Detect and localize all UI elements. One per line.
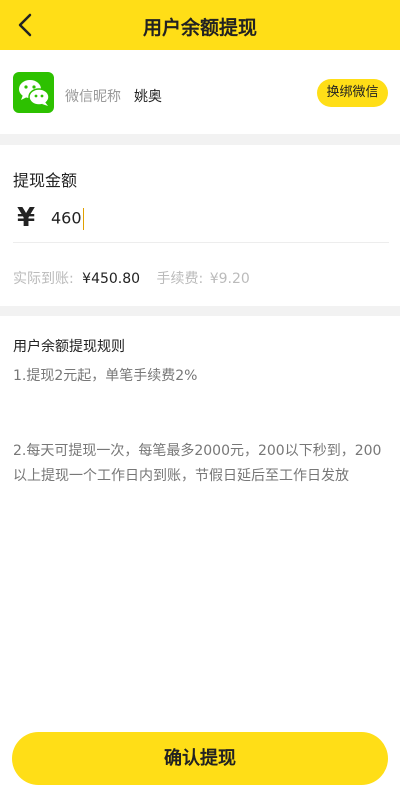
rule-item: 2.每天可提现一次，每笔最多2000元，200以下秒到，200以上提现一个工作日…	[13, 443, 382, 484]
rules-title: 用户余额提现规则	[13, 339, 125, 355]
rules-section: 用户余额提现规则 1.提现2元起，单笔手续费2% 2.每天可提现一次，每笔最多2…	[0, 316, 400, 726]
actual-label: 实际到账:	[13, 271, 74, 287]
section-divider	[0, 134, 400, 145]
wechat-icon	[13, 72, 54, 113]
amount-label: 提现金额	[13, 171, 78, 190]
nickname-label: 微信昵称	[65, 89, 121, 105]
currency-symbol: ¥	[17, 203, 36, 233]
fee-label: 手续费:	[156, 271, 204, 287]
rule-item: 1.提现2元起，单笔手续费2%	[13, 368, 198, 384]
actual-value: ¥450.80	[82, 271, 141, 287]
input-underline	[13, 242, 389, 243]
fee-summary: 实际到账: ¥450.80 手续费: ¥9.20	[13, 268, 250, 288]
page-title: 用户余额提现	[142, 17, 257, 39]
withdraw-amount-section: 提现金额 ¥ 460 实际到账: ¥450.80 手续费: ¥9.20	[0, 145, 400, 306]
confirm-withdraw-button[interactable]: 确认提现	[12, 732, 388, 785]
amount-input[interactable]: 460	[51, 208, 84, 230]
fee-value: ¥9.20	[209, 271, 250, 287]
rebind-wechat-button[interactable]: 换绑微信	[317, 79, 388, 107]
header-bar: 用户余额提现	[0, 0, 400, 50]
text-caret	[82, 208, 84, 230]
amount-value: 460	[51, 208, 82, 228]
nickname-value: 姚奥	[134, 89, 162, 105]
